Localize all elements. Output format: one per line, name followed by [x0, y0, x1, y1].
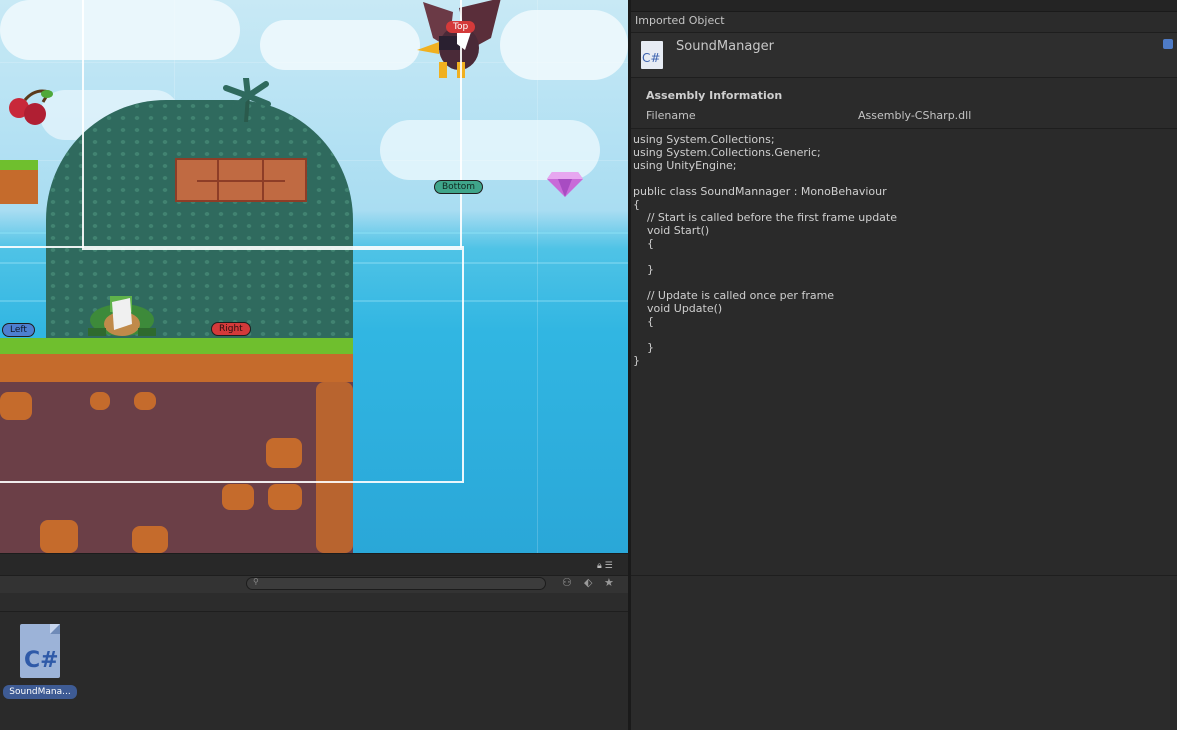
- rock: [268, 484, 302, 510]
- filename-value: Assembly-CSharp.dll: [858, 109, 972, 122]
- inspector-header: Imported Object: [635, 14, 725, 27]
- left-tag[interactable]: Left: [2, 323, 35, 337]
- csharp-script-icon[interactable]: C#: [20, 624, 60, 678]
- csharp-label: C#: [24, 648, 59, 673]
- project-asset-grid: [0, 612, 628, 730]
- scene-view[interactable]: Top Bottom Left Right: [0, 0, 628, 553]
- right-tag[interactable]: Right: [211, 322, 251, 336]
- rock: [40, 520, 78, 553]
- filter-by-label-icon[interactable]: ⬖: [584, 576, 592, 589]
- rock: [132, 526, 168, 553]
- panel-tab-bar: [0, 553, 628, 576]
- grid-line: [537, 0, 538, 553]
- filename-label: Filename: [646, 109, 696, 122]
- inspector-panel: Imported Object C# SoundManager Assembly…: [631, 0, 1177, 730]
- gem-icon: [547, 172, 583, 197]
- camera-bounds-top: [82, 0, 462, 250]
- csharp-file-icon: C#: [641, 41, 663, 69]
- inspector-tab-strip: [631, 0, 1177, 12]
- script-preview: using System.Collections; using System.C…: [631, 128, 1177, 576]
- search-input[interactable]: ⚲: [246, 577, 546, 590]
- project-breadcrumb-bar: [0, 593, 628, 612]
- search-icon: ⚲: [253, 577, 259, 586]
- imported-object-row: C# SoundManager: [631, 32, 1177, 78]
- camera-bounds-bottom: [0, 246, 464, 483]
- lock-icon[interactable]: 🔒︎ ☰: [597, 561, 613, 571]
- cloud: [500, 10, 628, 80]
- rock: [222, 484, 254, 510]
- asset-name-label[interactable]: SoundMana...: [3, 685, 77, 699]
- inspector-empty-area: [631, 576, 1177, 730]
- bottom-tag[interactable]: Bottom: [434, 180, 484, 194]
- cherry-icon: [9, 89, 53, 125]
- left-ledge-grass: [0, 160, 38, 170]
- help-icon[interactable]: [1163, 39, 1173, 49]
- top-tag[interactable]: Top: [446, 21, 476, 33]
- object-name: SoundManager: [676, 39, 774, 54]
- favorite-star-icon[interactable]: ★: [604, 576, 614, 589]
- assembly-info-title: Assembly Information: [646, 89, 783, 102]
- filter-by-type-icon[interactable]: ⚇: [562, 576, 572, 589]
- script-code: using System.Collections; using System.C…: [633, 133, 898, 367]
